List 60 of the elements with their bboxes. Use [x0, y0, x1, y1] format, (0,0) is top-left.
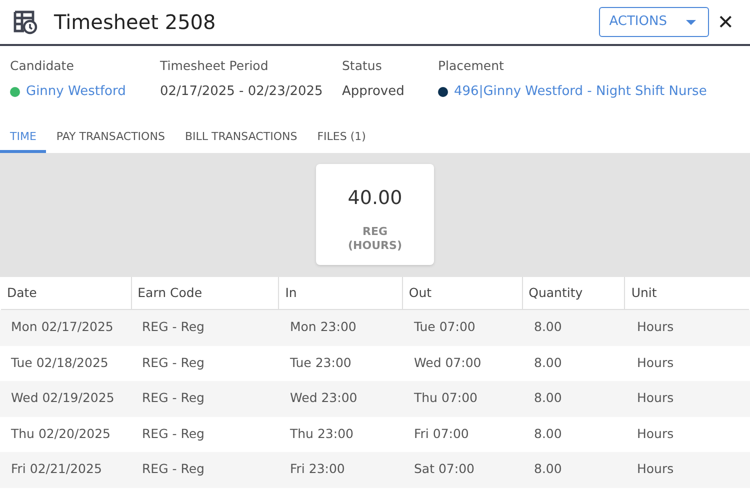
table-cell-text: 8.00 [533, 424, 563, 443]
column-header-label: Out [408, 284, 432, 302]
table-cell-text: 8.00 [533, 354, 563, 372]
column-header-label: In [285, 284, 297, 302]
field-label: Status [342, 57, 383, 75]
table-cell-text: 8.00 [533, 318, 563, 336]
table-cell-text: Mon 02/17/2025 [10, 318, 114, 336]
window-title: Timesheet 2508 [54, 9, 216, 36]
table-cell-text: Hours [636, 389, 675, 408]
tab[interactable]: FILES (1) [307, 124, 376, 153]
table-cell-text: REG - Reg [141, 424, 206, 443]
table-cell-text: Fri 07:00 [413, 424, 470, 443]
timesheet-clock-icon [12, 9, 38, 35]
caret-icon [686, 20, 696, 24]
table-cell-text: Mon 23:00 [289, 318, 358, 336]
table-cell-text: Fri 23:00 [289, 460, 346, 478]
tab[interactable]: PAY TRANSACTIONS [46, 124, 175, 153]
column-header-label: Earn Code [138, 284, 202, 302]
table-cell-text: Tue 23:00 [289, 354, 352, 372]
column-header[interactable]: Quantity [522, 277, 626, 309]
field-value: Approved [342, 82, 404, 101]
table-cell-text: Tue 07:00 [413, 318, 476, 336]
table-cell-text: Wed 23:00 [289, 389, 358, 408]
field-link[interactable]: Ginny Westford [26, 82, 126, 102]
table-cell-text: Fri 02/21/2025 [10, 460, 103, 478]
table-cell-text: REG - Reg [141, 460, 206, 478]
table-cell-text: Wed 02/19/2025 [10, 389, 116, 408]
table-cell-text: Hours [636, 354, 675, 372]
column-header[interactable]: In [279, 277, 403, 309]
table-cell-text: Thu 07:00 [413, 389, 478, 408]
column-header[interactable]: Date [1, 277, 132, 309]
table-cell-text: Hours [636, 424, 675, 443]
field-value: 02/17/2025 - 02/23/2025 [160, 82, 323, 101]
column-header-label: Date [7, 284, 37, 302]
table-cell-text: Hours [636, 460, 675, 478]
table-cell-text: Sat 07:00 [413, 460, 476, 478]
field-label: Candidate [10, 57, 75, 75]
column-header[interactable]: Out [402, 277, 523, 309]
field-link[interactable]: 496|Ginny Westford - Night Shift Nurse [454, 82, 707, 102]
field-label: Placement [438, 57, 505, 75]
field-label: Timesheet Period [160, 57, 270, 75]
table-cell-text: Tue 02/18/2025 [10, 354, 110, 372]
summary-value: 40.00 [348, 186, 402, 211]
column-header-label: Quantity [528, 284, 583, 302]
table-cell-text: Thu 02/20/2025 [10, 424, 112, 443]
table-cell-text: REG - Reg [141, 389, 206, 408]
table-cell-text: Hours [636, 318, 675, 336]
table-cell-text: REG - Reg [141, 318, 206, 336]
summary-label: REG (HOURS) [348, 224, 402, 252]
tab[interactable]: BILL TRANSACTIONS [174, 124, 308, 153]
table-cell-text: 8.00 [533, 460, 563, 478]
column-header[interactable]: Unit [625, 277, 750, 309]
table-cell-text: 8.00 [533, 389, 563, 408]
close-button[interactable]: ✕ [717, 12, 734, 32]
actions-button[interactable]: ACTIONS [599, 7, 710, 37]
table-cell-text: Thu 23:00 [289, 424, 354, 443]
table-cell-text: REG - Reg [141, 354, 206, 372]
column-header-label: Unit [631, 284, 657, 302]
column-header[interactable]: Earn Code [132, 277, 280, 309]
table-cell-text: Wed 07:00 [413, 354, 482, 372]
